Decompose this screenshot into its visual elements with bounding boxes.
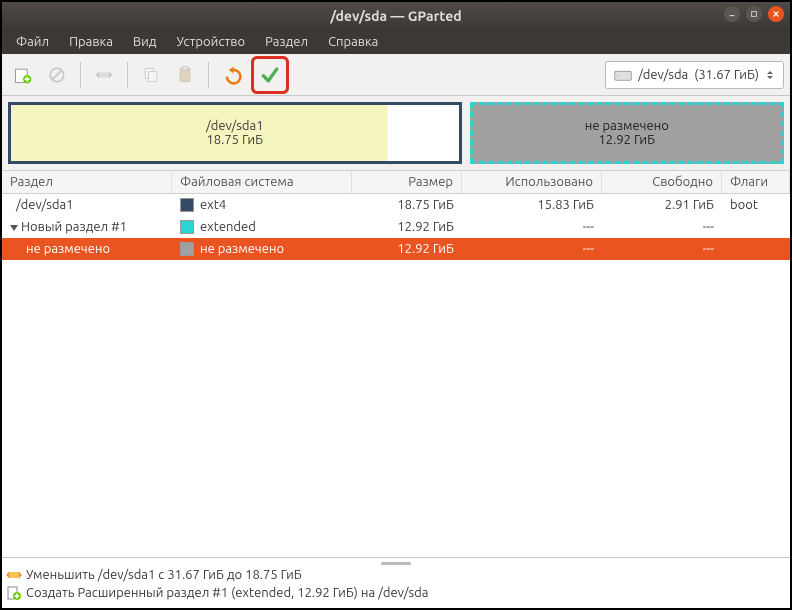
cell-partition: /dev/sda1: [16, 198, 74, 212]
fs-swatch-unallocated: [180, 242, 194, 256]
graphic-p2-name: не размечено: [585, 119, 669, 133]
window-controls: [724, 6, 784, 22]
table-header: Раздел Файловая система Размер Использов…: [2, 170, 790, 194]
drive-icon: [614, 68, 632, 82]
cell-used: 15.83 ГиБ: [462, 196, 602, 214]
col-size[interactable]: Размер: [352, 171, 462, 193]
cell-fs: не размечено: [200, 242, 284, 256]
menu-partition[interactable]: Раздел: [255, 32, 318, 52]
device-name: /dev/sda: [638, 68, 688, 82]
gparted-window: /dev/sda — GParted Файл Правка Вид Устро…: [0, 0, 792, 610]
col-partition[interactable]: Раздел: [2, 171, 172, 193]
cell-size: 12.92 ГиБ: [352, 240, 462, 258]
menu-edit[interactable]: Правка: [59, 32, 123, 52]
pending-row[interactable]: Создать Расширенный раздел #1 (extended,…: [6, 584, 786, 602]
chevron-updown-icon: [765, 70, 775, 80]
toolbar-separator: [127, 62, 128, 88]
resize-icon: [6, 567, 22, 583]
close-button[interactable]: [768, 6, 784, 22]
cell-used: ---: [462, 218, 602, 236]
apply-button[interactable]: [255, 60, 285, 90]
menu-file[interactable]: Файл: [6, 32, 59, 52]
menu-device[interactable]: Устройство: [166, 32, 255, 52]
table-row[interactable]: /dev/sda1 ext4 18.75 ГиБ 15.83 ГиБ 2.91 …: [2, 194, 790, 216]
cell-flags: boot: [722, 196, 790, 214]
table-row-selected[interactable]: не размечено не размечено 12.92 ГиБ --- …: [2, 238, 790, 260]
pending-text: Создать Расширенный раздел #1 (extended,…: [26, 586, 428, 600]
maximize-button[interactable]: [746, 6, 762, 22]
device-size: (31.67 ГиБ): [694, 68, 759, 82]
cell-flags: [722, 247, 790, 251]
cell-free: ---: [602, 240, 722, 258]
new-icon: [6, 585, 22, 601]
toolbar: /dev/sda (31.67 ГиБ): [2, 54, 790, 96]
window-title: /dev/sda — GParted: [330, 8, 461, 24]
partition-table: Раздел Файловая система Размер Использов…: [2, 170, 790, 557]
cell-flags: [722, 225, 790, 229]
col-flags[interactable]: Флаги: [722, 171, 790, 193]
toolbar-separator: [80, 62, 81, 88]
device-selector[interactable]: /dev/sda (31.67 ГиБ): [605, 61, 784, 89]
cell-size: 12.92 ГиБ: [352, 218, 462, 236]
toolbar-separator: [208, 62, 209, 88]
graphic-partition-sda1[interactable]: /dev/sda1 18.75 ГиБ: [8, 102, 462, 164]
graphic-p2-size: 12.92 ГиБ: [585, 133, 669, 147]
partition-graphic: /dev/sda1 18.75 ГиБ не размечено 12.92 Г…: [2, 96, 790, 170]
menubar: Файл Правка Вид Устройство Раздел Справк…: [2, 30, 790, 54]
copy-button: [136, 60, 166, 90]
graphic-p1-size: 18.75 ГиБ: [206, 133, 264, 147]
fs-swatch-ext4: [180, 198, 194, 212]
cell-fs: extended: [200, 220, 256, 234]
paste-button: [170, 60, 200, 90]
pending-row[interactable]: Уменьшить /dev/sda1 с 31.67 ГиБ до 18.75…: [6, 566, 786, 584]
table-row[interactable]: Новый раздел #1 extended 12.92 ГиБ --- -…: [2, 216, 790, 238]
new-partition-button[interactable]: [8, 60, 38, 90]
fs-swatch-extended: [180, 220, 194, 234]
cell-free: ---: [602, 218, 722, 236]
col-free[interactable]: Свободно: [602, 171, 722, 193]
menu-help[interactable]: Справка: [318, 32, 388, 52]
pending-text: Уменьшить /dev/sda1 с 31.67 ГиБ до 18.75…: [26, 568, 302, 582]
resize-button: [89, 60, 119, 90]
cell-partition: не размечено: [26, 242, 110, 256]
apply-button-highlight: [251, 56, 289, 94]
undo-button[interactable]: [217, 60, 247, 90]
col-used[interactable]: Использовано: [462, 171, 602, 193]
cell-free: 2.91 ГиБ: [602, 196, 722, 214]
cell-used: ---: [462, 240, 602, 258]
cell-size: 18.75 ГиБ: [352, 196, 462, 214]
expand-icon[interactable]: [10, 225, 18, 231]
col-filesystem[interactable]: Файловая система: [172, 171, 352, 193]
titlebar: /dev/sda — GParted: [2, 2, 790, 30]
cell-partition: Новый раздел #1: [21, 220, 127, 234]
minimize-button[interactable]: [724, 6, 740, 22]
delete-button: [42, 60, 72, 90]
graphic-p1-name: /dev/sda1: [206, 119, 264, 133]
pending-operations: Уменьшить /dev/sda1 с 31.67 ГиБ до 18.75…: [2, 557, 790, 608]
graphic-partition-unallocated[interactable]: не размечено 12.92 ГиБ: [470, 102, 784, 164]
table-body: /dev/sda1 ext4 18.75 ГиБ 15.83 ГиБ 2.91 …: [2, 194, 790, 557]
cell-fs: ext4: [200, 198, 226, 212]
menu-view[interactable]: Вид: [123, 32, 167, 52]
